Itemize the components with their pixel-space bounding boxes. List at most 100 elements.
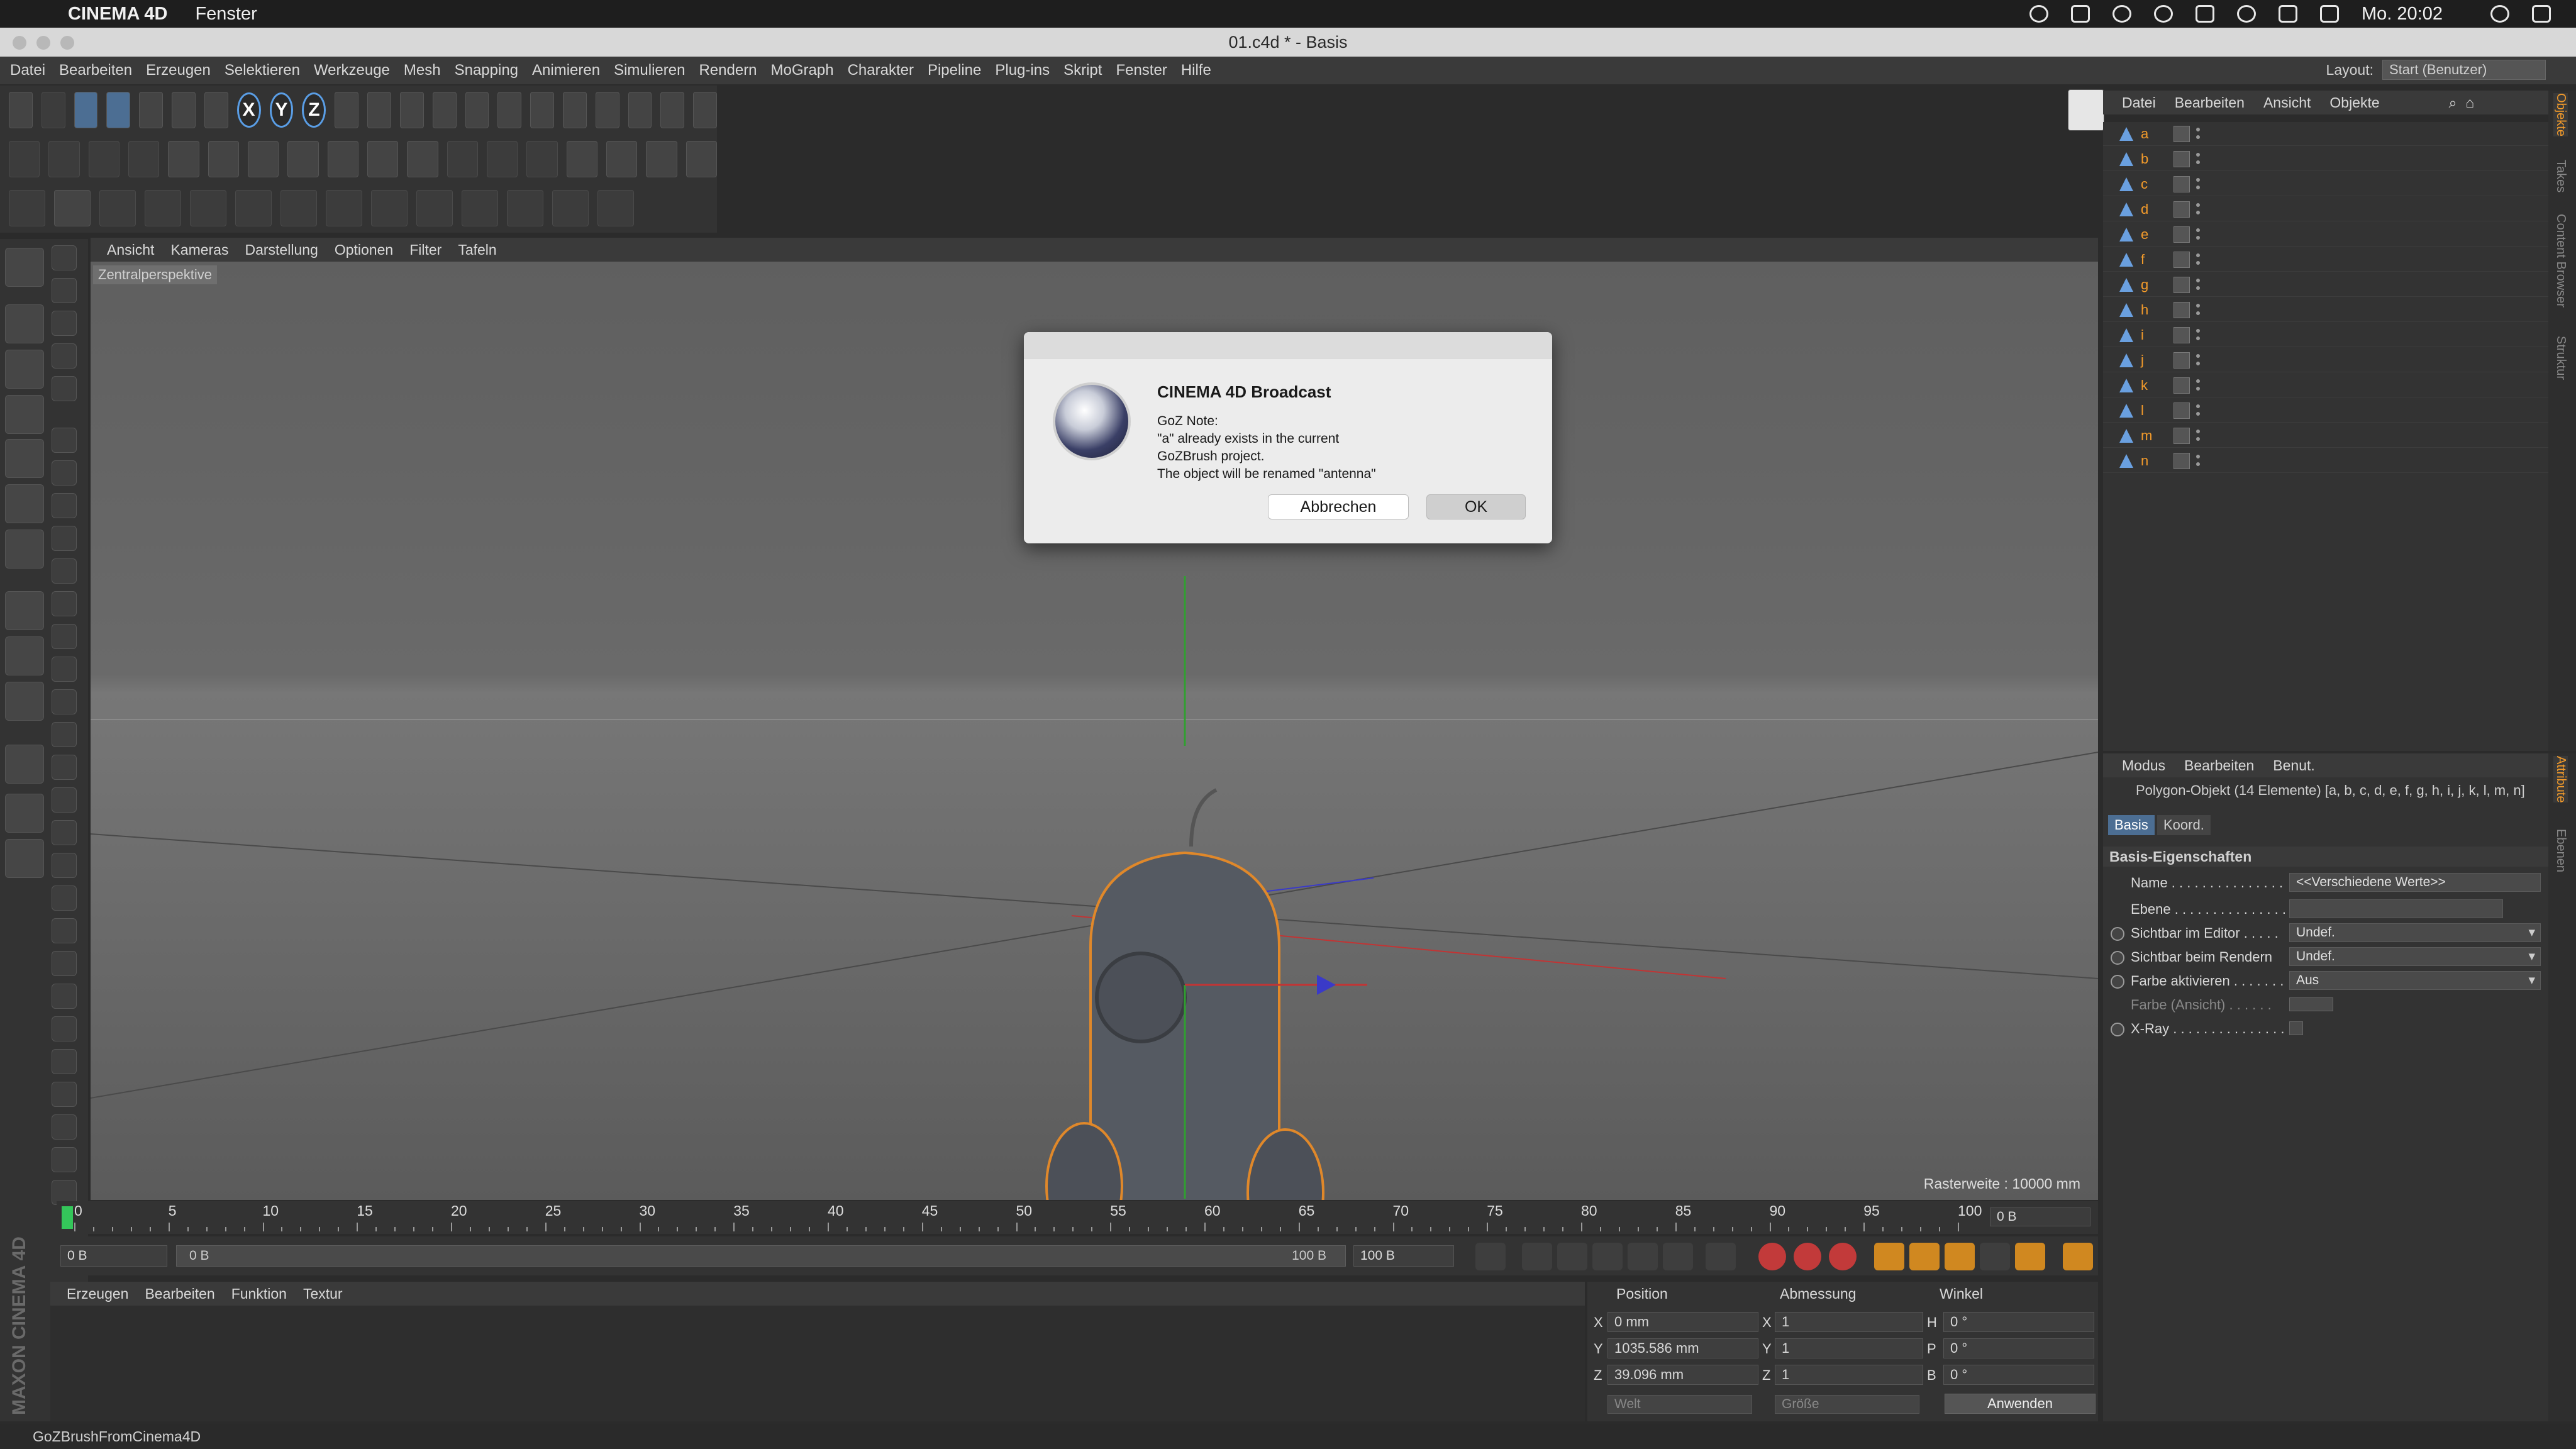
menu-pipeline[interactable]: Pipeline [928,62,981,79]
workplane-lock-icon[interactable] [5,839,44,878]
brush-1-icon[interactable] [99,190,136,226]
anim-radio-icon[interactable] [2111,975,2124,989]
cloner-icon[interactable] [563,92,587,128]
tool-b-icon[interactable] [52,460,77,486]
auto-key-icon[interactable] [1794,1243,1821,1270]
mograph-settings-icon[interactable] [606,141,638,177]
viewport-menu-ansicht[interactable]: Ansicht [107,242,154,258]
object-tag-icon[interactable] [2174,402,2190,419]
om-menu-ansicht[interactable]: Ansicht [2263,94,2311,111]
x-axis-lock-button[interactable]: X [236,92,261,128]
object-tag-icon[interactable] [2174,277,2190,293]
sculpt-tool-icon[interactable] [9,190,45,226]
brush-11-icon[interactable] [552,190,589,226]
record-keys-icon[interactable] [1758,1243,1786,1270]
edges-mode-icon[interactable] [5,484,44,523]
object-row[interactable]: l [2103,399,2548,423]
brush-4-icon[interactable] [235,190,272,226]
move-tool-icon[interactable] [106,92,131,128]
tab-struktur[interactable]: Struktur [2553,336,2568,380]
object-mode-icon[interactable] [5,304,44,343]
model-mode-icon[interactable] [5,248,44,287]
om-home-icon[interactable]: ⌂ [2466,94,2475,111]
cloud-icon[interactable] [2112,5,2132,23]
anim-radio-icon[interactable] [2111,1023,2124,1036]
angle-h-field[interactable]: 0 ° [1943,1312,2094,1332]
selection-filter-icon[interactable] [52,278,77,303]
key-parameter-icon[interactable] [1980,1243,2010,1270]
last-tool-icon[interactable] [204,92,228,128]
go-to-end-icon[interactable] [1706,1243,1736,1270]
preview-range-slider[interactable]: 0 B 100 B [176,1245,1346,1267]
live-selection-icon[interactable] [74,92,98,128]
end-frame-field[interactable]: 100 B [1353,1245,1454,1267]
material-manager-area[interactable] [50,1306,1585,1421]
menu-animieren[interactable]: Animieren [532,62,600,79]
layer-field[interactable] [2289,899,2503,918]
mesh-tool-2-icon[interactable] [48,141,80,177]
key-scale-icon[interactable] [1909,1243,1940,1270]
snap-tool-7-icon[interactable] [407,141,438,177]
object-row[interactable]: i [2103,323,2548,347]
close-window-icon[interactable] [13,36,26,50]
window-menu[interactable]: Fenster [195,4,257,25]
name-field[interactable]: <<Verschiedene Werte>> [2289,873,2541,892]
object-tag-icon[interactable] [2174,176,2190,192]
align-tool-icon[interactable] [526,141,558,177]
cube-primitive-icon[interactable] [465,92,489,128]
size-x-field[interactable]: 1 [1775,1312,1923,1332]
menu-erzeugen[interactable]: Erzeugen [146,62,211,79]
xray-checkbox[interactable] [2289,1021,2303,1035]
deformer-icon[interactable] [595,92,619,128]
object-row[interactable]: h [2103,298,2548,322]
tool-a-icon[interactable] [52,428,77,453]
am-menu-modus[interactable]: Modus [2122,757,2165,774]
object-tag-icon[interactable] [2174,302,2190,318]
robot-model[interactable] [965,557,1367,1200]
coord-mode-dropdown[interactable]: Welt [1607,1395,1752,1414]
menu-charakter[interactable]: Charakter [848,62,914,79]
tab-koord[interactable]: Koord. [2157,815,2211,835]
size-y-field[interactable]: 1 [1775,1338,1923,1358]
visibility-dots-icon[interactable] [2195,351,2201,369]
am-menu-bearbeiten[interactable]: Bearbeiten [2184,757,2254,774]
current-frame-field[interactable]: 0 B [1990,1208,2090,1226]
camera-icon[interactable] [660,92,685,128]
tab-takes[interactable]: Takes [2553,160,2568,192]
render-view-icon[interactable] [367,92,392,128]
axis-mode-icon[interactable] [5,591,44,630]
calendar-icon[interactable] [2320,5,2340,23]
tool-f-icon[interactable] [52,591,77,616]
light-icon[interactable] [693,92,717,128]
menu-fenster[interactable]: Fenster [1116,62,1167,79]
goz-icon[interactable] [2068,89,2104,131]
viewport-menu-optionen[interactable]: Optionen [335,242,393,258]
object-row[interactable]: j [2103,348,2548,372]
y-axis-lock-button[interactable]: Y [269,92,294,128]
menu-mograph[interactable]: MoGraph [771,62,834,79]
texture-mode-icon[interactable] [5,350,44,389]
visibility-dots-icon[interactable] [2195,150,2201,167]
polygon-select-icon[interactable] [52,376,77,401]
tool-m-icon[interactable] [52,820,77,845]
texture-tool-icon[interactable] [566,141,597,177]
menu-plugins[interactable]: Plug-ins [995,62,1050,79]
visibility-dots-icon[interactable] [2195,275,2201,293]
size-mode-dropdown[interactable]: Größe [1775,1395,1919,1414]
start-frame-field[interactable]: 0 B [60,1245,167,1267]
play-icon[interactable] [1592,1243,1623,1270]
tool-r-icon[interactable] [52,984,77,1009]
visible-in-editor-dropdown[interactable]: Undef. [2289,923,2541,942]
object-row[interactable]: f [2103,248,2548,272]
object-tag-icon[interactable] [2174,151,2190,167]
tool-j-icon[interactable] [52,722,77,747]
wifi-icon[interactable] [2237,5,2257,23]
menu-bearbeiten[interactable]: Bearbeiten [59,62,132,79]
tool-h-icon[interactable] [52,657,77,682]
object-tag-icon[interactable] [2174,126,2190,142]
bluetooth-icon[interactable] [2196,5,2215,23]
tool-l-icon[interactable] [52,787,77,813]
workplane-icon[interactable] [486,141,518,177]
object-tag-icon[interactable] [2174,453,2190,469]
tab-ebenen[interactable]: Ebenen [2553,829,2568,872]
